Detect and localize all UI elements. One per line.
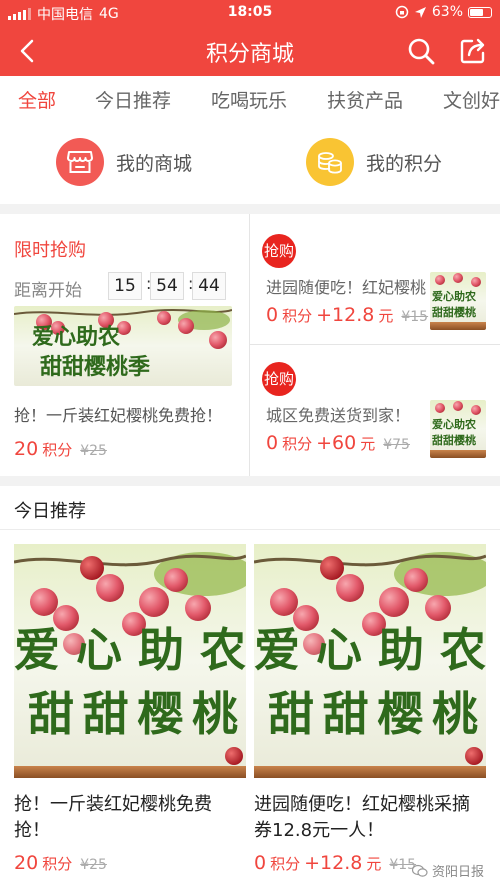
- flash-buy-badge: 抢购: [262, 362, 296, 396]
- original-price: ¥15: [401, 309, 429, 325]
- recommend-card[interactable]: 爱心助农 甜甜樱桃 抢！一斤装红妃樱桃免费抢！ 20 积分 ¥25: [13, 544, 254, 874]
- points-unit: 积分: [282, 307, 313, 325]
- original-price: ¥25: [80, 857, 107, 873]
- tab-today-recommend[interactable]: 今日推荐: [95, 86, 171, 113]
- recommend-card-price: 0 积分 +12.8 元 ¥15: [254, 852, 416, 874]
- recommend-card-title[interactable]: 进园随便吃！红妃樱桃采摘券12.8元一人！: [254, 792, 486, 844]
- points-value: 0: [266, 304, 279, 326]
- recommend-card-price: 20 积分 ¥25: [14, 852, 107, 874]
- recommend-card[interactable]: 爱心助农 甜甜樱桃 进园随便吃！红妃樱桃采摘券12.8元一人！ 0 积分 +12…: [253, 544, 494, 874]
- flash-main-item-name[interactable]: 抢！一斤装红妃樱桃免费抢！: [14, 402, 236, 426]
- side-item-price: 0 积分 +12.8 元 ¥15: [266, 304, 428, 326]
- tab-poverty-products[interactable]: 扶贫产品: [327, 86, 403, 113]
- thumb-text: 甜甜樱桃: [432, 433, 476, 447]
- banner-text-line1: 爱心助农: [32, 324, 120, 350]
- quick-links: 我的商城 我的积分: [0, 124, 500, 204]
- recommend-card-title[interactable]: 抢！一斤装红妃樱桃免费抢！: [14, 792, 246, 844]
- points-unit: 积分: [42, 441, 73, 459]
- my-store-label: 我的商城: [116, 152, 193, 175]
- countdown-hours: 15: [108, 272, 142, 300]
- points-value: 0: [254, 852, 267, 874]
- points-value: 20: [14, 852, 39, 874]
- watermark-text: 资阳日报: [431, 865, 484, 880]
- cash-unit: 元: [378, 307, 394, 325]
- flash-main-item-image[interactable]: 爱心助农 甜甜樱桃季: [14, 306, 232, 386]
- countdown-seconds: 44: [192, 272, 226, 300]
- recommend-card-image: 爱心助农 甜甜樱桃: [13, 544, 254, 778]
- flash-buy-badge: 抢购: [262, 234, 296, 268]
- recommend-title: 今日推荐: [14, 501, 86, 522]
- original-price: ¥25: [80, 443, 107, 459]
- side-item-name[interactable]: 进园随便吃！红妃樱桃采摘券: [266, 274, 426, 298]
- cash-value: +12.8: [304, 852, 363, 874]
- side-item-thumbnail[interactable]: 爱心助农 甜甜樱桃: [430, 272, 486, 330]
- points-unit: 积分: [270, 855, 301, 873]
- divider: [250, 344, 500, 345]
- store-icon: [56, 138, 104, 186]
- my-points-label: 我的积分: [366, 152, 443, 175]
- wechat-icon: [411, 864, 428, 877]
- coins-icon: [306, 138, 354, 186]
- tab-cultural-products[interactable]: 文创好: [443, 86, 500, 113]
- recommend-header: 今日推荐: [0, 486, 500, 530]
- thumb-text: 爱心助农: [432, 289, 476, 303]
- cash-unit: 元: [360, 435, 376, 453]
- side-item-name[interactable]: 城区免费送货到家！: [266, 402, 426, 426]
- cash-unit: 元: [366, 855, 382, 873]
- flash-sale-title: 限时抢购: [14, 240, 86, 261]
- countdown-label: 距离开始: [14, 281, 82, 301]
- cash-value: +60: [316, 432, 357, 454]
- search-icon[interactable]: [406, 36, 436, 66]
- location-icon: [414, 6, 426, 18]
- my-store-link[interactable]: 我的商城: [56, 138, 192, 186]
- tab-food-fun[interactable]: 吃喝玩乐: [211, 86, 287, 113]
- screen-lock-icon: [395, 5, 409, 19]
- side-item-price: 0 积分 +60 元 ¥75: [266, 432, 410, 454]
- watermark: 资阳日报: [411, 861, 484, 880]
- banner-text-line2: 甜甜樱桃季: [40, 354, 150, 380]
- divider: [249, 214, 250, 476]
- countdown-minutes: 54: [150, 272, 184, 300]
- status-bar: 中国电信 4G 18:05 63%: [0, 0, 500, 26]
- thumb-text: 爱心助农: [432, 417, 476, 431]
- thumb-text: 甜甜樱桃: [432, 305, 476, 319]
- cash-value: +12.8: [316, 304, 375, 326]
- category-tabs: 全部 今日推荐 吃喝玩乐 扶贫产品 文创好: [0, 76, 500, 124]
- flash-main-item-price: 20 积分 ¥25: [14, 438, 107, 460]
- points-unit: 积分: [282, 435, 313, 453]
- my-points-link[interactable]: 我的积分: [306, 138, 442, 186]
- nav-bar: 积分商城: [0, 26, 500, 76]
- recommend-list: 爱心助农 甜甜樱桃 抢！一斤装红妃樱桃免费抢！ 20 积分 ¥25 爱心助农 甜…: [0, 530, 500, 888]
- original-price: ¥75: [383, 437, 410, 453]
- tab-all[interactable]: 全部: [18, 86, 56, 113]
- points-unit: 积分: [42, 855, 73, 873]
- share-icon[interactable]: [458, 36, 488, 66]
- points-value: 0: [266, 432, 279, 454]
- side-item-thumbnail[interactable]: 爱心助农 甜甜樱桃: [430, 400, 486, 458]
- battery-icon: [468, 6, 492, 18]
- recommend-card-image: 爱心助农 甜甜樱桃: [253, 544, 494, 778]
- flash-sale-section: 限时抢购 距离开始 15 : 54 : 44 爱心助农 甜甜樱桃季 抢！一斤装红…: [0, 214, 500, 476]
- points-value: 20: [14, 438, 39, 460]
- battery-percent: 63%: [431, 4, 463, 20]
